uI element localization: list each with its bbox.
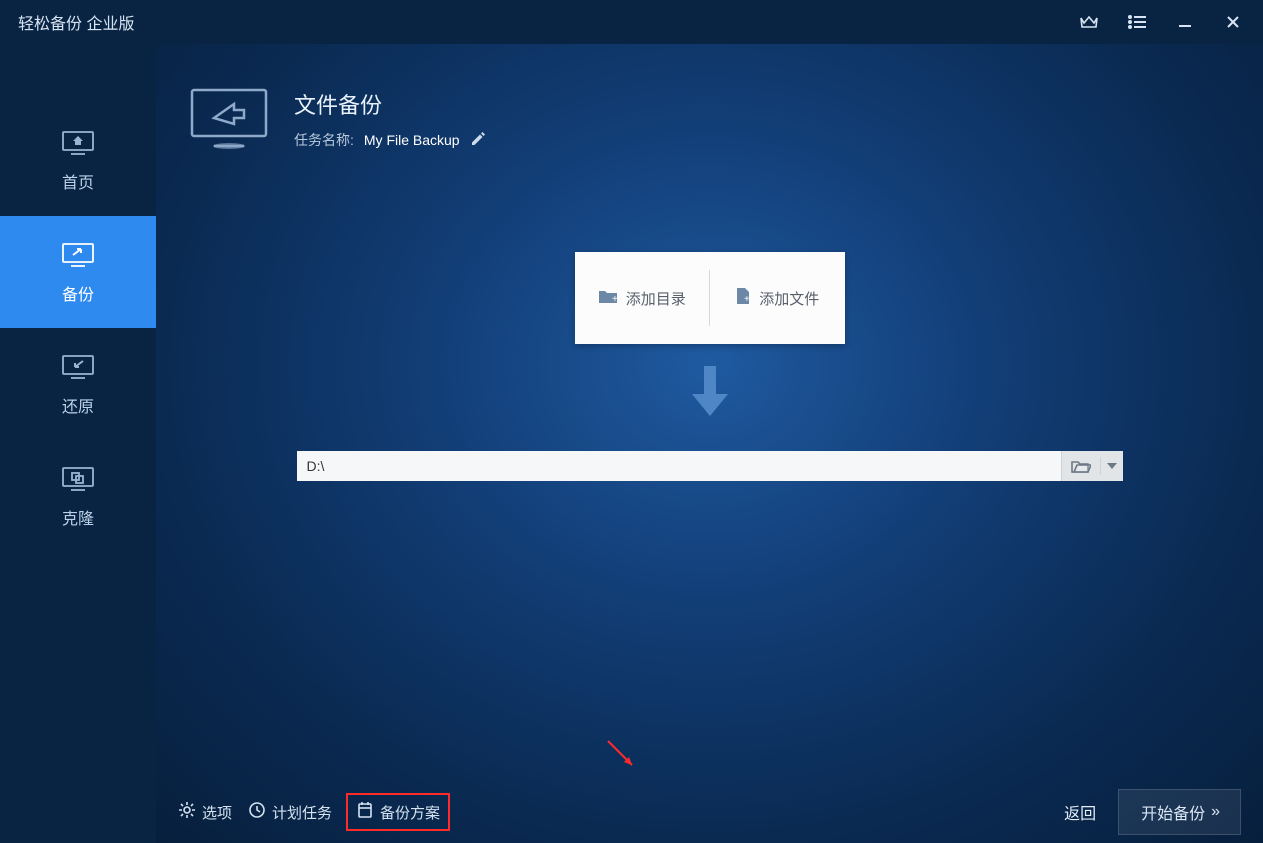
edit-icon[interactable] [470,131,486,150]
backup-scheme-button[interactable]: 备份方案 [348,795,448,829]
sidebar-item-restore[interactable]: 还原 [0,328,156,440]
home-monitor-icon [61,127,95,157]
flow-arrow-icon [686,362,734,425]
destination-dropdown-button[interactable] [1101,451,1123,481]
sidebar-item-label: 克隆 [62,505,94,529]
footer-left: 选项 计划任务 备份方案 [178,795,448,829]
add-directory-label: 添加目录 [626,288,686,309]
svg-text:+: + [612,294,618,304]
titlebar-actions [1077,10,1245,34]
file-backup-hero-icon [186,84,272,152]
add-directory-button[interactable]: + 添加目录 [575,252,710,344]
footer: 选项 计划任务 备份方案 [156,781,1263,843]
add-file-label: 添加文件 [759,288,819,309]
page-title: 文件备份 [294,88,486,120]
task-name-value: My File Backup [364,132,460,148]
destination-row [297,451,1123,481]
app-window: 轻松备份 企业版 [0,0,1263,843]
sidebar-item-backup[interactable]: 备份 [0,216,156,328]
source-panel: + 添加目录 + 添加文件 [575,252,845,344]
sidebar: 首页 备份 [0,44,156,843]
sidebar-item-label: 首页 [62,169,94,193]
file-plus-icon: + [735,287,751,309]
backup-monitor-icon [61,239,95,269]
sidebar-item-home[interactable]: 首页 [0,104,156,216]
gear-icon [178,801,196,823]
close-button[interactable] [1221,10,1245,34]
options-button[interactable]: 选项 [178,801,232,823]
options-label: 选项 [202,802,232,823]
task-name-label: 任务名称: [294,130,354,150]
sidebar-item-label: 还原 [62,393,94,417]
minimize-button[interactable] [1173,10,1197,34]
restore-monitor-icon [61,351,95,381]
menu-list-icon[interactable] [1125,10,1149,34]
schedule-button[interactable]: 计划任务 [248,801,332,823]
crown-icon[interactable] [1077,10,1101,34]
destination-actions [1061,451,1123,481]
browse-folder-button[interactable] [1062,451,1100,481]
add-file-button[interactable]: + 添加文件 [709,270,845,326]
scheme-label: 备份方案 [380,802,440,823]
footer-right: 返回 开始备份 » [1064,789,1241,835]
start-backup-button[interactable]: 开始备份 » [1118,789,1241,835]
task-name-row: 任务名称: My File Backup [294,130,486,150]
scheme-icon [356,801,374,823]
sidebar-item-label: 备份 [62,281,94,305]
app-body: 首页 备份 [0,44,1263,843]
titlebar: 轻松备份 企业版 [0,0,1263,44]
schedule-label: 计划任务 [272,802,332,823]
page-header: 文件备份 任务名称: My File Backup [156,44,1263,152]
sidebar-item-clone[interactable]: 克隆 [0,440,156,552]
center-area: + 添加目录 + 添加文件 [156,152,1263,781]
start-backup-label: 开始备份 [1141,800,1205,824]
back-button[interactable]: 返回 [1064,800,1096,824]
destination-path-input[interactable] [297,451,1061,481]
clone-monitor-icon [61,463,95,493]
folder-plus-icon: + [598,288,618,308]
app-title: 轻松备份 企业版 [18,10,134,34]
chevron-right-icon: » [1211,803,1218,821]
svg-text:+: + [744,294,750,305]
clock-icon [248,801,266,823]
main-area: 文件备份 任务名称: My File Backup + [156,44,1263,843]
header-texts: 文件备份 任务名称: My File Backup [294,84,486,150]
